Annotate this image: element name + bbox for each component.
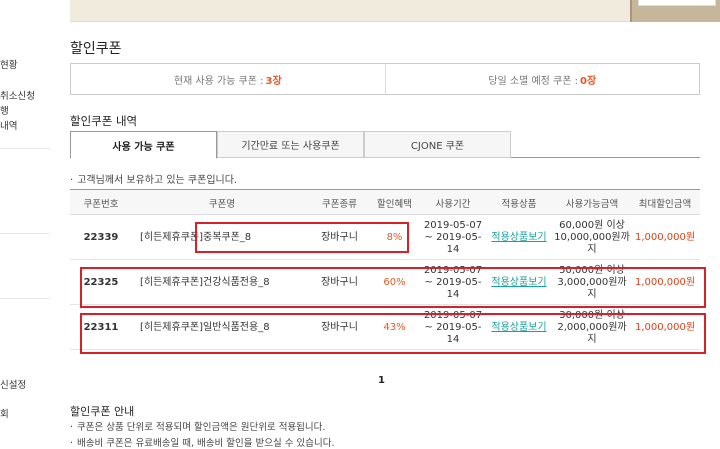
period-start: 2019-05-07 (423, 219, 483, 231)
expiring-label: 당일 소멸 예정 쿠폰 : (488, 75, 578, 87)
section-title: 할인쿠폰 내역 (70, 114, 138, 128)
header-benefit: 할인혜택 (377, 199, 412, 210)
coupon-number: 22339 (83, 231, 119, 243)
top-banner (70, 0, 720, 22)
expiring-count: 0장 (580, 75, 597, 87)
guide-list: · 쿠폰은 상품 단위로 적용되며 할인금액은 원단위로 적용됩니다. · 배송비 … (70, 420, 334, 449)
bullet-icon: · (70, 438, 74, 449)
period-end: ~ 2019-05- (424, 231, 482, 243)
tab-cjone[interactable]: CJONE 쿠폰 (364, 131, 511, 158)
header-max-discount: 최대할인금액 (638, 199, 692, 210)
expiring-coupons: 당일 소멸 예정 쿠폰 : 0장 (384, 64, 700, 94)
header-name: 쿠폰명 (208, 199, 236, 210)
sidebar: 현황 취소신청 행 내역 신설정 회 (0, 0, 60, 449)
notice: · 고객님께서 보유하고 있는 쿠폰입니다. (70, 171, 237, 186)
coupon-max-discount: 1,000,000원 (634, 231, 696, 243)
available-count: 3장 (265, 75, 282, 87)
max-amount-suffix: 지 (587, 243, 597, 255)
sidebar-item[interactable]: 행 (0, 103, 9, 117)
min-amount: 60,000원 이상 (559, 219, 625, 231)
bullet-icon: · (70, 175, 74, 186)
view-products-link[interactable]: 적용상품보기 (491, 232, 546, 244)
sidebar-item[interactable]: 취소신청 (0, 88, 35, 102)
highlight-box (195, 222, 409, 253)
max-amount: 10,000,000원까 (554, 231, 630, 243)
banner-frame (630, 0, 720, 22)
highlight-box (80, 313, 706, 354)
tab-available[interactable]: 사용 가능 쿠폰 (70, 131, 217, 159)
period-end-day: 14 (446, 243, 460, 255)
sidebar-divider (0, 233, 50, 234)
header-type: 쿠폰종류 (322, 199, 357, 210)
coupon-summary: 현재 사용 가능 쿠폰 : 3장 당일 소멸 예정 쿠폰 : 0장 (70, 63, 700, 95)
guide-item-text: 쿠폰은 상품 단위로 적용되며 할인금액은 원단위로 적용됩니다. (77, 422, 326, 433)
available-coupons: 현재 사용 가능 쿠폰 : 3장 (71, 64, 385, 94)
sidebar-divider (0, 148, 50, 149)
list-item: · 쿠폰은 상품 단위로 적용되며 할인금액은 원단위로 적용됩니다. (70, 420, 334, 436)
table-header: 쿠폰번호 쿠폰명 쿠폰종류 할인혜택 사용기간 적용상품 사용가능금액 최대할인… (70, 189, 700, 215)
pagination-current[interactable]: 1 (378, 375, 385, 386)
guide-item-text: 배송비 쿠폰은 유료배송일 때, 배송비 할인을 받으실 수 있습니다. (77, 438, 335, 449)
guide-title: 할인쿠폰 안내 (70, 405, 135, 418)
coupon-tabs: 사용 가능 쿠폰 기간만료 또는 사용쿠폰 CJONE 쿠폰 (70, 131, 700, 159)
highlight-box (80, 267, 706, 308)
coupon-usable-amount: 60,000원 이상 10,000,000원까 지 (554, 215, 630, 260)
header-number: 쿠폰번호 (83, 199, 119, 210)
sidebar-item[interactable]: 회 (0, 406, 9, 420)
available-label: 현재 사용 가능 쿠폰 : (173, 75, 264, 87)
header-period: 사용기간 (435, 199, 471, 210)
sidebar-item[interactable]: 내역 (0, 118, 17, 132)
header-products: 적용상품 (501, 199, 537, 210)
sidebar-divider (0, 298, 50, 299)
page-title: 할인쿠폰 (70, 41, 122, 57)
header-min-amount: 사용가능금액 (565, 199, 619, 210)
list-item: · 배송비 쿠폰은 유료배송일 때, 배송비 할인을 받으실 수 있습니다. (70, 436, 334, 449)
notice-text: 고객님께서 보유하고 있는 쿠폰입니다. (77, 175, 238, 186)
bullet-icon: · (70, 422, 74, 433)
coupon-products: 적용상품보기 (484, 215, 554, 260)
sidebar-item[interactable]: 현황 (0, 57, 17, 71)
sidebar-item[interactable]: 신설정 (0, 377, 26, 391)
coupon-period: 2019-05-07 ~ 2019-05- 14 (422, 215, 484, 260)
tab-expired-used[interactable]: 기간만료 또는 사용쿠폰 (217, 131, 364, 158)
